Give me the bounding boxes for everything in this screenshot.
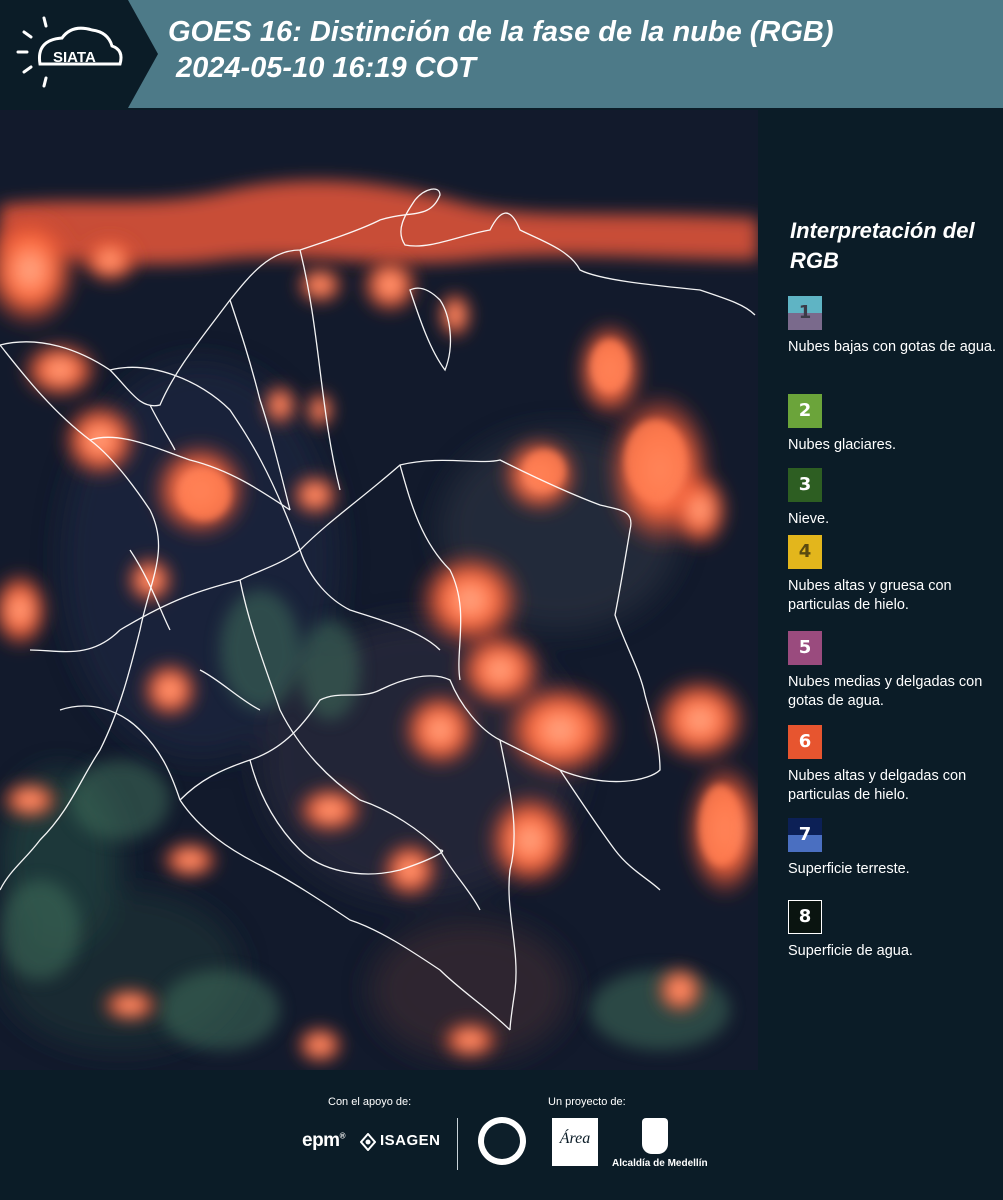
satellite-image	[0, 110, 758, 1070]
alcaldia-logo-text: Alcaldía de Medellín	[612, 1158, 708, 1169]
support-label: Con el apoyo de:	[328, 1096, 412, 1108]
legend-swatch: 6	[788, 725, 822, 759]
legend-item-2: 2 Nubes glaciares.	[788, 394, 998, 455]
legend-swatch: 4	[788, 535, 822, 569]
footer-divider	[457, 1118, 458, 1170]
legend-item-3: 3 Nieve.	[788, 468, 998, 529]
legend-item-1: 1 Nubes bajas con gotas de agua.	[788, 296, 998, 357]
title-line-1: GOES 16: Distinción de la fase de la nub…	[168, 16, 834, 48]
legend-label: Nubes altas y delgadas con particulas de…	[788, 768, 967, 803]
legend-label: Nieve.	[788, 511, 830, 527]
footer: Con el apoyo de: Un proyecto de: epm® IS…	[0, 1070, 1003, 1200]
header-bar: SIATA GOES 16: Distinción de la fase de …	[0, 0, 1003, 108]
legend-item-5: 5 Nubes medias y delgadas con gotas de ag…	[788, 631, 998, 711]
title-line-2: 2024-05-10 16:19 COT	[176, 52, 476, 84]
legend-swatch: 7	[788, 818, 822, 852]
legend-label: Nubes medias y delgadas con gotas de agu…	[788, 674, 983, 709]
isagen-logo: ISAGEN	[380, 1132, 441, 1149]
legend-label: Nubes altas y gruesa con particulas de h…	[788, 578, 952, 613]
legend-swatch: 1	[788, 296, 822, 330]
legend-swatch: 2	[788, 394, 822, 428]
satellite-map	[0, 110, 758, 1070]
legend-swatch: 8	[788, 900, 822, 934]
legend-label: Nubes bajas con gotas de agua.	[788, 339, 996, 355]
legend-item-8: 8 Superficie de agua.	[788, 900, 998, 961]
legend-item-7: 7 Superficie terreste.	[788, 818, 998, 879]
area-metropolitana-logo-text: Área	[559, 1130, 591, 1147]
legend-swatch: 3	[788, 468, 822, 502]
epm-logo: epm®	[302, 1130, 346, 1151]
alcaldia-crest-icon	[642, 1118, 668, 1154]
legend-title: Interpretación del RGB	[790, 218, 975, 273]
siata-logo-text: SIATA	[53, 49, 96, 66]
siata-logo: SIATA	[0, 0, 158, 108]
legend-label: Nubes glaciares.	[788, 437, 896, 453]
legend-item-6: 6 Nubes altas y delgadas con particulas d…	[788, 725, 998, 805]
legend-label: Superficie terreste.	[788, 861, 910, 877]
legend-item-4: 4 Nubes altas y gruesa con particulas de …	[788, 535, 998, 615]
legend-panel: Interpretación del RGB 1 Nubes bajas con …	[762, 110, 1003, 1070]
metro-seal-logo	[478, 1117, 526, 1165]
isagen-logo-icon	[360, 1133, 376, 1151]
area-metropolitana-logo: Área	[552, 1118, 598, 1166]
legend-label: Superficie de agua.	[788, 943, 913, 959]
project-label: Un proyecto de:	[548, 1096, 626, 1108]
page-title: GOES 16: Distinción de la fase de la nub…	[168, 14, 988, 86]
legend-swatch: 5	[788, 631, 822, 665]
